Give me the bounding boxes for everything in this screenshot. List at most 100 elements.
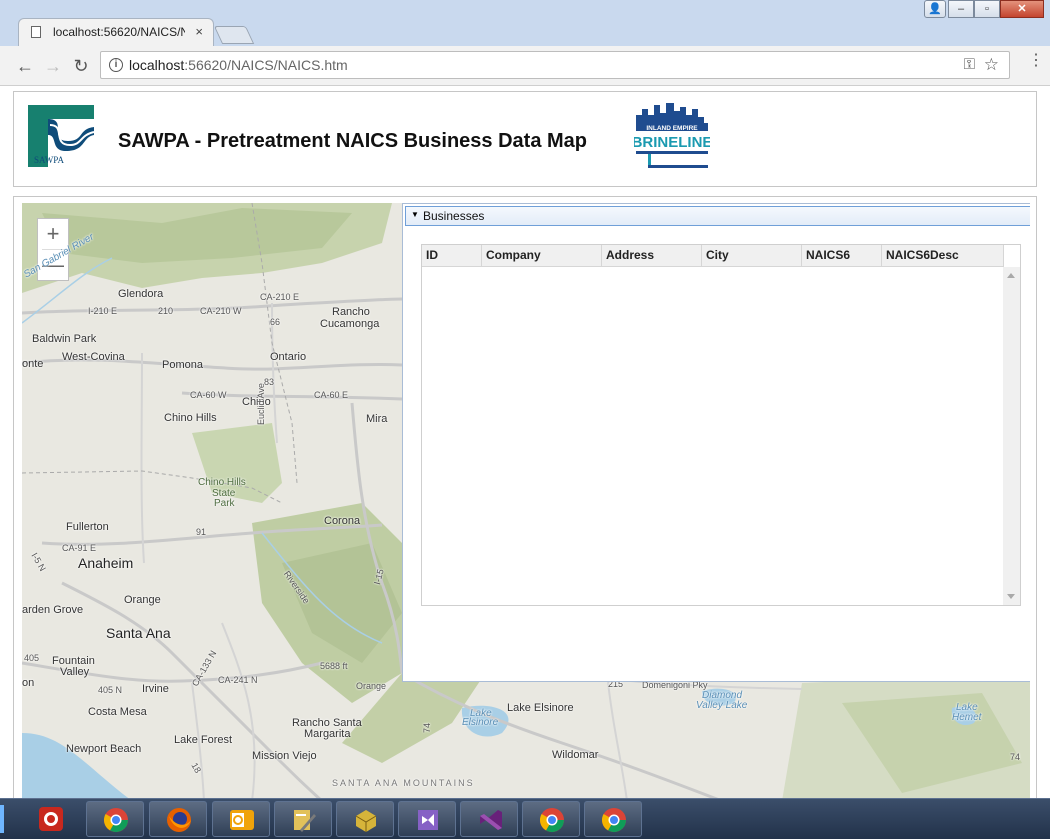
taskbar-visual-studio-2015[interactable] (398, 801, 456, 837)
user-profile-icon[interactable]: 👤 (924, 0, 946, 18)
map-label: CA-210 E (260, 292, 300, 302)
collapse-arrow-icon[interactable]: ▼ (411, 210, 419, 219)
forward-arrow-icon[interactable]: → (42, 55, 64, 77)
zoom-in-button[interactable]: + (38, 219, 68, 249)
outlook-icon (230, 810, 254, 830)
key-icon[interactable]: ⚿ (964, 56, 975, 73)
map-label: Chino Hills (164, 412, 217, 424)
column-header-naics6desc[interactable]: NAICS6Desc (882, 245, 1004, 266)
businesses-panel: ▼ Businesses ID Company Address City NAI… (402, 203, 1030, 682)
visual-studio-icon (480, 810, 502, 830)
page-title: SAWPA - Pretreatment NAICS Business Data… (118, 130, 587, 152)
map-label: Costa Mesa (88, 706, 147, 718)
page-header: SAWPA SAWPA - Pretreatment NAICS Busines… (13, 91, 1037, 187)
scroll-up-icon[interactable] (1007, 273, 1015, 278)
map-label: Ontario (270, 351, 307, 363)
map-label: Mira (366, 413, 388, 425)
map-label: Valley Lake (696, 700, 748, 711)
column-header-naics6[interactable]: NAICS6 (802, 245, 882, 266)
map-label: West-Covina (62, 351, 125, 363)
reload-icon[interactable]: ↻ (70, 55, 92, 77)
map-label: Rancho (332, 306, 370, 318)
map-label: Glendora (118, 288, 164, 300)
map-label: Mission Viejo (252, 750, 317, 762)
tab-close-icon[interactable]: × (195, 24, 203, 39)
map-label: Newport Beach (66, 743, 142, 755)
site-info-icon[interactable]: i (109, 58, 123, 72)
close-window-button[interactable]: ✕ (1000, 0, 1044, 18)
url-host: localhost (129, 57, 185, 73)
url-text[interactable]: localhost:56620/NAICS/NAICS.htm (129, 57, 348, 73)
page-icon (31, 26, 41, 38)
back-arrow-icon[interactable]: ← (14, 55, 36, 77)
column-header-id[interactable]: ID (422, 245, 482, 266)
browser-tab[interactable]: localhost:56620/NAICS/N × (18, 18, 214, 46)
taskbar-visual-studio-tools[interactable] (274, 801, 332, 837)
taskbar-edge (0, 805, 4, 833)
column-header-city[interactable]: City (702, 245, 802, 266)
taskbar-windows-explorer[interactable] (22, 801, 80, 837)
address-bar[interactable]: i localhost:56620/NAICS/NAICS.htm ⚿ ☆ (100, 51, 1010, 79)
map-label: Hemet (952, 712, 982, 723)
businesses-panel-header[interactable]: ▼ Businesses (405, 206, 1030, 226)
businesses-grid: ID Company Address City NAICS6 NAICS6Des… (421, 244, 1021, 606)
brineline-logo: INLAND EMPIRE BRINELINE (634, 103, 710, 168)
map-label: Wildomar (552, 749, 599, 761)
map-label: Orange (356, 681, 387, 691)
map-label: 210 (158, 306, 174, 316)
map-label: 405 (24, 653, 40, 663)
map-label: on (22, 677, 35, 689)
grid-vertical-scrollbar[interactable] (1003, 267, 1020, 605)
map-label: 74 (1010, 752, 1021, 762)
visual-studio-2015-icon (418, 810, 438, 830)
taskbar-chrome[interactable] (86, 801, 144, 837)
browser-toolbar: ← → ↻ i localhost:56620/NAICS/NAICS.htm … (0, 46, 1050, 86)
taskbar-chrome[interactable] (584, 801, 642, 837)
map-label: CA-60 E (314, 390, 349, 400)
map-label: SANTA ANA MOUNTAINS (332, 778, 475, 788)
taskbar-visual-studio[interactable] (460, 801, 518, 837)
browser-menu-icon[interactable]: ⋮ (1028, 53, 1044, 69)
scroll-down-icon[interactable] (1007, 594, 1015, 599)
map-label: CA-91 E (62, 543, 97, 553)
map-label: Elsinore (462, 717, 499, 728)
bookmark-star-icon[interactable]: ☆ (984, 55, 999, 75)
map-label: Park (214, 498, 235, 509)
map-label: onte (22, 358, 44, 370)
map-label: arden Grove (22, 604, 84, 616)
sawpa-logo-text: SAWPA (34, 155, 64, 165)
new-tab-button[interactable] (213, 26, 255, 44)
map-label: Corona (324, 515, 361, 527)
map-label: I-210 E (88, 306, 118, 316)
taskbar-outlook[interactable] (212, 801, 270, 837)
map-label: Euclid Ave (256, 383, 266, 425)
map-label: Cucamonga (320, 318, 380, 330)
tools-icon (294, 810, 316, 832)
map-label: 405 N (98, 685, 123, 695)
taskbar-sql-database[interactable] (336, 801, 394, 837)
grid-header-row: ID Company Address City NAICS6 NAICS6Des… (422, 245, 1004, 267)
chrome-icon (601, 808, 626, 833)
taskbar-chrome[interactable] (522, 801, 580, 837)
explorer-icon (39, 807, 63, 831)
windows-taskbar (0, 798, 1050, 839)
map-label: Lake Elsinore (507, 702, 574, 714)
businesses-panel-title: Businesses (423, 209, 485, 223)
minimize-button[interactable]: – (948, 0, 974, 18)
column-header-address[interactable]: Address (602, 245, 702, 266)
brineline-logo-top: INLAND EMPIRE (646, 125, 698, 132)
map-label: 5688 ft (320, 661, 348, 671)
map-label: Chino Hills (198, 477, 246, 488)
map-label: CA-210 W (200, 306, 242, 316)
page-content: SAWPA SAWPA - Pretreatment NAICS Busines… (0, 86, 1050, 800)
basemap[interactable]: + — Glendora Rancho Cucamonga Baldwin Park W… (22, 203, 1030, 799)
taskbar-firefox[interactable] (149, 801, 207, 837)
chrome-icon (103, 808, 128, 833)
column-header-company[interactable]: Company (482, 245, 602, 266)
brineline-logo-name: BRINELINE (634, 134, 710, 151)
map-label: Lake Forest (174, 734, 233, 746)
map-label: Orange (124, 594, 161, 606)
tab-title: localhost:56620/NAICS/N (53, 25, 185, 39)
maximize-button[interactable]: ▫ (974, 0, 1000, 18)
map-label: Margarita (304, 728, 351, 740)
